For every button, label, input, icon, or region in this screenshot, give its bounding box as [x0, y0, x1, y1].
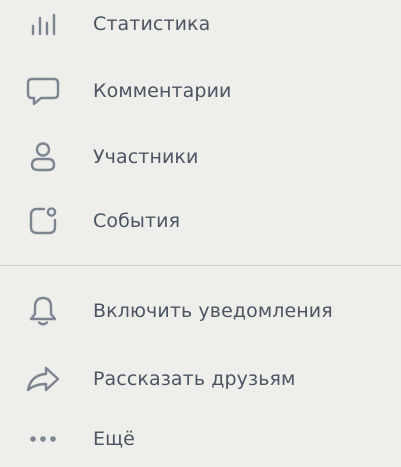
- menu-item-label: События: [93, 210, 181, 232]
- share-with-friends-button[interactable]: Рассказать друзьям: [0, 351, 401, 407]
- menu-item-label: Участники: [93, 146, 199, 168]
- more-label: Ещё: [93, 428, 135, 450]
- bar-chart-icon: [22, 4, 64, 44]
- menu-item-label: Комментарии: [93, 80, 232, 102]
- notifications-toggle-button[interactable]: Включить уведомления: [0, 283, 401, 339]
- more-button[interactable]: Ещё: [0, 411, 401, 467]
- event-icon: [22, 201, 64, 241]
- share-label: Рассказать друзьям: [93, 368, 296, 390]
- side-menu: Статистика Комментарии Участники События: [0, 0, 401, 452]
- menu-item-participants[interactable]: Участники: [0, 129, 401, 185]
- comment-icon: [22, 71, 64, 111]
- menu-item-label: Статистика: [93, 13, 211, 35]
- person-icon: [22, 137, 64, 177]
- menu-item-comments[interactable]: Комментарии: [0, 63, 401, 119]
- menu-item-statistics[interactable]: Статистика: [0, 0, 401, 52]
- menu-item-events[interactable]: События: [0, 193, 401, 249]
- bell-icon: [22, 291, 64, 331]
- menu-divider: [0, 265, 401, 266]
- more-icon: [22, 419, 64, 459]
- notifications-label: Включить уведомления: [93, 300, 333, 322]
- share-icon: [22, 359, 64, 399]
